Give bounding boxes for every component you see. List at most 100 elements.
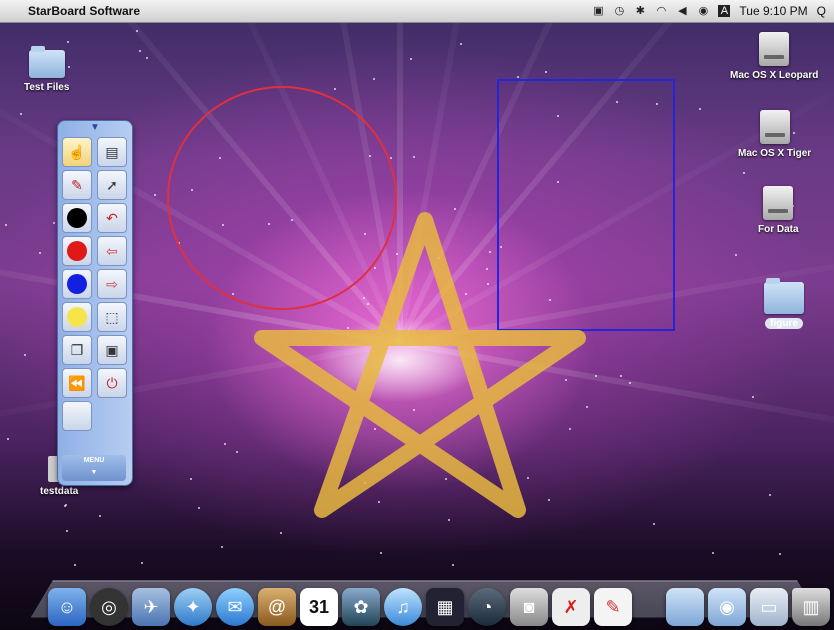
expand-arrow-icon: ▼: [90, 469, 98, 476]
select-arrow-icon[interactable]: ➚: [97, 170, 127, 200]
star-dot: [24, 354, 26, 356]
star-dot: [460, 43, 462, 45]
mail-icon[interactable]: ✈: [132, 588, 170, 626]
star-dot: [735, 254, 737, 256]
spotlight-icon[interactable]: Q: [817, 4, 826, 18]
star-dot: [99, 515, 101, 517]
mouse-pointer-icon[interactable]: ☝: [62, 137, 92, 167]
desktop-icon-label: Mac OS X Leopard: [730, 70, 819, 81]
collapse-arrow-icon[interactable]: ▼: [58, 121, 132, 135]
downloads-icon[interactable]: ◉: [708, 588, 746, 626]
hard-drive-icon: [759, 32, 790, 66]
star-dot: [280, 532, 282, 534]
star-dot: [67, 41, 69, 43]
star-dot: [712, 552, 714, 554]
time-machine-icon[interactable]: ◔: [468, 588, 506, 626]
star-dot: [190, 478, 192, 480]
star-dot: [154, 194, 156, 196]
blue-color-button[interactable]: [62, 269, 92, 299]
folder-icon: [764, 278, 804, 314]
star-dot: [620, 375, 622, 377]
iphoto-icon[interactable]: ✿: [342, 588, 380, 626]
desktop-icon-label: testdata: [40, 486, 79, 497]
desktop-icon-test-files[interactable]: Test Files: [24, 46, 70, 93]
volume-icon[interactable]: ◀: [676, 5, 688, 17]
desktop-icon-label: Test Files: [24, 82, 70, 93]
desktop-icon-label: Mac OS X Tiger: [738, 148, 812, 159]
bluetooth-icon[interactable]: ✱: [634, 5, 646, 17]
input-menu-icon[interactable]: ◉: [697, 5, 709, 17]
ichat-icon[interactable]: ✉: [216, 588, 254, 626]
star-dot: [595, 375, 597, 377]
star-dot: [752, 396, 754, 398]
palette-menu-button[interactable]: MENU ▼: [62, 455, 126, 481]
preview-icon[interactable]: ◙: [510, 588, 548, 626]
blue-color-icon: [67, 274, 87, 294]
clear-icon[interactable]: ⬚: [97, 302, 127, 332]
star-dot: [20, 113, 22, 115]
star-dot: [141, 562, 143, 564]
desktop-icon-for-data[interactable]: For Data: [758, 186, 799, 235]
star-dot: [769, 494, 771, 496]
copy-icon[interactable]: ❐: [62, 335, 92, 365]
dashboard-icon[interactable]: ◎: [90, 588, 128, 626]
star-dot: [653, 523, 655, 525]
star-dot: [699, 108, 701, 110]
yellow-color-icon: [67, 307, 87, 327]
rewind-icon[interactable]: ⏪: [62, 368, 92, 398]
app-menu[interactable]: StarBoard Software: [28, 4, 140, 18]
star-dot: [629, 382, 631, 384]
time-machine-icon[interactable]: ◷: [613, 5, 625, 17]
star-dot: [136, 30, 138, 32]
star-dot: [146, 57, 148, 59]
clock[interactable]: Tue 9:10 PM: [739, 4, 807, 18]
spaces-icon[interactable]: ▦: [426, 588, 464, 626]
desktop-icon-label: For Data: [758, 224, 799, 235]
pen-app-icon[interactable]: ✎: [594, 588, 632, 626]
star-dot: [39, 252, 41, 254]
status-area: ▣ ◷ ✱ ◠ ◀ ◉ A Tue 9:10 PM Q: [592, 4, 834, 18]
airplay-icon[interactable]: ▣: [592, 5, 604, 17]
red-color-button[interactable]: [62, 236, 92, 266]
starboard-icon[interactable]: ✗: [552, 588, 590, 626]
star-stroke: [254, 212, 586, 518]
documents-icon[interactable]: ▭: [750, 588, 788, 626]
save-icon[interactable]: ▣: [97, 335, 127, 365]
address-book-icon[interactable]: @: [258, 588, 296, 626]
hard-drive-icon: [763, 186, 794, 220]
star-dot: [517, 76, 519, 78]
yellow-color-button[interactable]: [62, 302, 92, 332]
back-icon[interactable]: ⇦: [97, 236, 127, 266]
star-dot: [221, 546, 223, 548]
star-dot: [64, 505, 66, 507]
keyboard-A-icon[interactable]: A: [718, 5, 731, 17]
trash-icon[interactable]: ▥: [792, 588, 830, 626]
safari-icon[interactable]: ✦: [174, 588, 212, 626]
stop-icon[interactable]: ⏻: [97, 368, 127, 398]
forward-icon[interactable]: ⇨: [97, 269, 127, 299]
star-dot: [139, 50, 141, 52]
star-dot: [5, 224, 7, 226]
desktop-icon-leopard[interactable]: Mac OS X Leopard: [730, 32, 818, 81]
star-dot: [413, 156, 415, 158]
desktop-icon-figure[interactable]: figure: [764, 278, 804, 329]
wifi-icon[interactable]: ◠: [655, 5, 667, 17]
tool-grid: ☝ ▤ ✎ ➚ ↶ ⇦ ⇨ ⬚ ❐ ▣ ⏪ ⏻: [58, 135, 132, 433]
undo-icon[interactable]: ↶: [97, 203, 127, 233]
folder-icon: [28, 46, 65, 78]
blank-icon[interactable]: [62, 401, 92, 431]
starboard-toolbar[interactable]: ▼ ☝ ▤ ✎ ➚ ↶ ⇦ ⇨ ⬚ ❐ ▣ ⏪ ⏻ MENU ▼: [57, 120, 133, 486]
eraser-icon[interactable]: ▤: [97, 137, 127, 167]
star-dot: [373, 78, 375, 80]
itunes-icon[interactable]: ♫: [384, 588, 422, 626]
ical-icon[interactable]: 31: [300, 588, 338, 626]
black-color-button[interactable]: [62, 203, 92, 233]
finder-icon[interactable]: ☺: [48, 588, 86, 626]
pen-icon[interactable]: ✎: [62, 170, 92, 200]
star-dot: [779, 553, 781, 555]
star-dot: [390, 157, 392, 159]
star-dot: [236, 451, 238, 453]
menu-label: MENU: [83, 457, 105, 464]
folder-icon[interactable]: [666, 588, 704, 626]
desktop-icon-tiger[interactable]: Mac OS X Tiger: [738, 110, 811, 159]
